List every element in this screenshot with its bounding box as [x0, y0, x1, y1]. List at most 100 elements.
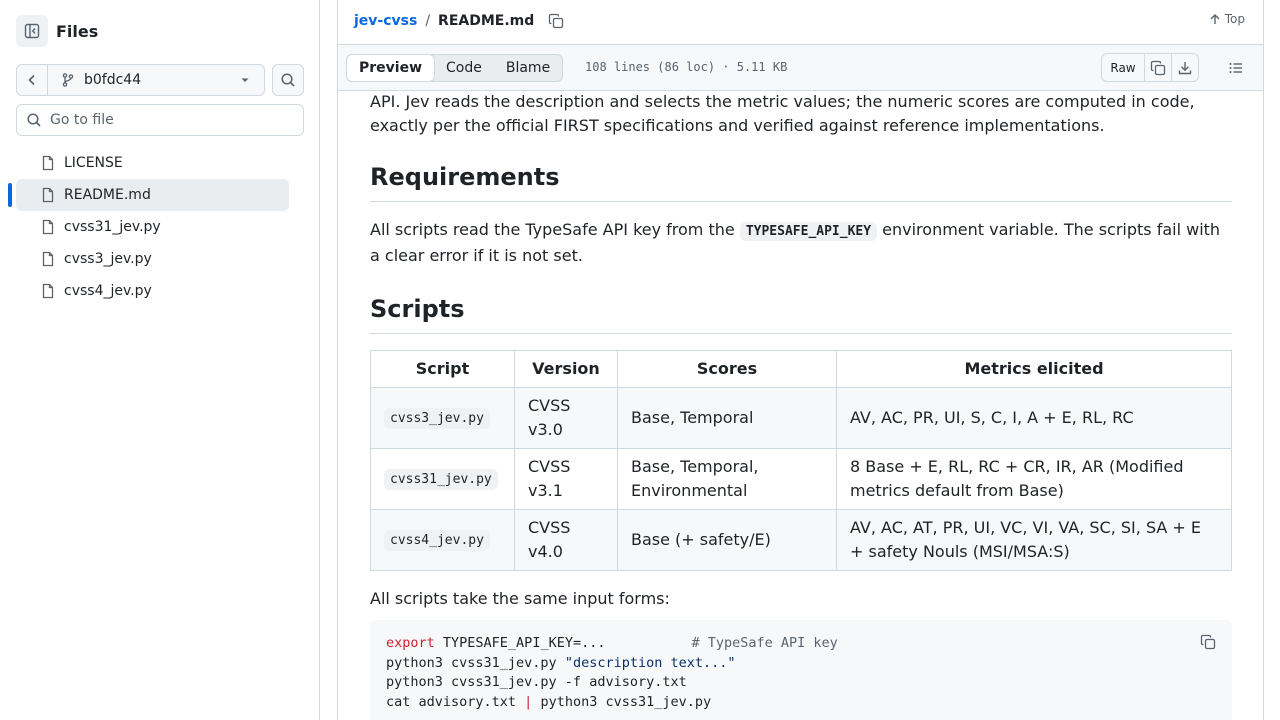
script-code: cvss3_jev.py	[384, 408, 490, 429]
cell-metrics: 8 Base + E, RL, RC + CR, IR, AR (Modifie…	[836, 448, 1232, 510]
copy-code-button[interactable]	[1198, 632, 1218, 652]
code-block: export TYPESAFE_API_KEY=... # TypeSafe AP…	[370, 620, 1232, 720]
tree-item-cvss4[interactable]: cvss4_jev.py	[16, 275, 289, 307]
tab-blame[interactable]: Blame	[494, 55, 562, 81]
version-line-2: v4.0	[528, 542, 563, 561]
file-icon	[42, 283, 54, 299]
code-text: python3 cvss31_jev.py	[386, 654, 565, 671]
branch-group: b0fdc44	[16, 64, 265, 96]
tab-code[interactable]: Code	[434, 55, 494, 81]
caret-down-icon	[241, 78, 249, 82]
back-button[interactable]	[17, 65, 48, 95]
cell-version: CVSS v3.1	[514, 448, 618, 510]
file-icon	[42, 155, 54, 171]
tree-item-label: cvss31_jev.py	[64, 219, 161, 235]
copy-raw-button[interactable]	[1144, 54, 1171, 81]
tree-item-cvss3[interactable]: cvss3_jev.py	[16, 243, 289, 275]
req-text-before: All scripts read the TypeSafe API key fr…	[370, 220, 740, 239]
table-row: cvss4_jev.py CVSS v4.0 Base (+ safety/E) …	[370, 509, 1232, 571]
top-button[interactable]: Top	[1209, 12, 1245, 26]
intro-line-2: exactly per the official FIRST specifica…	[370, 116, 1105, 135]
input-forms-paragraph: All scripts take the same input forms:	[370, 589, 670, 608]
scripts-heading: Scripts	[370, 294, 1232, 334]
sidebar-collapse-icon	[24, 23, 40, 39]
code-keyword: export	[386, 635, 435, 651]
script-code: cvss4_jev.py	[384, 530, 490, 551]
tree-item-cvss31[interactable]: cvss31_jev.py	[16, 211, 289, 243]
cell-scores: Base, Temporal, Environmental	[617, 448, 837, 510]
outline-button[interactable]	[1224, 57, 1248, 79]
breadcrumb: jev-cvss / README.md	[354, 10, 564, 32]
version-line-1: CVSS	[528, 457, 571, 476]
tree-item-label: cvss4_jev.py	[64, 283, 152, 299]
code-line: python3 cvss31_jev.py -f advisory.txt	[386, 674, 687, 691]
tree-item-label: README.md	[64, 187, 151, 203]
metrics-line-1: AV, AC, AT, PR, UI, VC, VI, VA, SC, SI, …	[850, 518, 1202, 537]
breadcrumb-repo-link[interactable]: jev-cvss	[354, 13, 417, 29]
tree-item-label: cvss3_jev.py	[64, 251, 152, 267]
branch-selector[interactable]: b0fdc44	[48, 65, 264, 95]
search-files-button[interactable]	[272, 64, 304, 96]
file-actions: Raw	[1101, 53, 1199, 82]
file-icon	[42, 251, 54, 267]
cell-scores: Base (+ safety/E)	[617, 509, 837, 571]
version-line-2: v3.0	[528, 420, 563, 439]
file-view: jev-cvss / README.md Top Preview Code Bl…	[337, 0, 1264, 720]
copy-icon	[549, 13, 564, 29]
go-to-file-input[interactable]	[50, 112, 290, 128]
table-header-row: Script Version Scores Metrics elicited	[370, 350, 1232, 388]
tab-preview[interactable]: Preview	[346, 54, 436, 82]
intro-paragraph: API. Jev reads the description and selec…	[370, 90, 1232, 138]
metrics-line-1: AV, AC, PR, UI, S, C, I, A + E, RL, RC	[850, 408, 1134, 427]
scores-line-2: Environmental	[631, 481, 748, 500]
file-meta: 108 lines (86 loc) · 5.11 KB	[585, 60, 788, 74]
requirements-heading: Requirements	[370, 162, 1232, 202]
tree-item-label: LICENSE	[64, 155, 123, 171]
req-text-after: environment variable. The scripts fail w…	[877, 220, 1221, 239]
breadcrumb-file: README.md	[438, 13, 535, 29]
file-icon	[42, 219, 54, 235]
scripts-table: Script Version Scores Metrics elicited c…	[370, 350, 1232, 571]
scores-line-1: Base, Temporal,	[631, 457, 759, 476]
env-var-code: TYPESAFE_API_KEY	[739, 222, 878, 241]
search-icon	[27, 113, 41, 127]
download-button[interactable]	[1171, 54, 1198, 81]
col-scores: Scores	[617, 350, 837, 388]
table-row: cvss31_jev.py CVSS v3.1 Base, Temporal, En…	[370, 448, 1232, 510]
scores-line-1: Base (+ safety/E)	[631, 530, 771, 549]
file-tree: LICENSE README.md cvss31_jev.py cvss3_je…	[8, 147, 289, 307]
cell-scores: Base, Temporal	[617, 387, 837, 449]
readme-content: API. Jev reads the description and selec…	[370, 90, 1232, 611]
intro-line-1: API. Jev reads the description and selec…	[370, 92, 1195, 111]
raw-button[interactable]: Raw	[1102, 54, 1144, 81]
sidebar-header: Files	[16, 15, 98, 47]
list-unordered-icon	[1229, 63, 1242, 73]
copy-path-button[interactable]	[548, 13, 564, 29]
go-to-file-field[interactable]	[16, 104, 304, 136]
table-row: cvss3_jev.py CVSS v3.0 Base, Temporal AV,…	[370, 387, 1232, 449]
file-icon	[42, 187, 54, 203]
col-version: Version	[514, 350, 618, 388]
tree-item-readme[interactable]: README.md	[8, 179, 289, 211]
code-comment: # TypeSafe API key	[691, 635, 838, 651]
cell-script: cvss31_jev.py	[370, 448, 515, 510]
collapse-sidebar-button[interactable]	[16, 15, 48, 47]
file-tree-sidebar: Files b0fdc44 Go to file LICENSE README.…	[0, 0, 320, 720]
script-code: cvss31_jev.py	[384, 469, 498, 490]
git-branch-icon	[62, 73, 74, 87]
download-icon	[1178, 61, 1192, 74]
sidebar-title: Files	[56, 21, 99, 41]
req-text-line-2: a clear error if it is not set.	[370, 246, 583, 265]
cell-version: CVSS v3.0	[514, 387, 618, 449]
copy-icon	[1150, 60, 1166, 75]
version-line-1: CVSS	[528, 396, 571, 415]
code-text: cat advisory.txt	[386, 693, 525, 710]
version-line-1: CVSS	[528, 518, 571, 537]
cell-script: cvss4_jev.py	[370, 509, 515, 571]
chevron-left-icon	[28, 74, 35, 86]
version-line-2: v3.1	[528, 481, 563, 500]
search-icon	[281, 73, 295, 87]
code-line: cat advisory.txt | python3 cvss31_jev.py	[386, 693, 1216, 713]
branch-controls: b0fdc44	[16, 64, 304, 96]
tree-item-license[interactable]: LICENSE	[16, 147, 289, 179]
